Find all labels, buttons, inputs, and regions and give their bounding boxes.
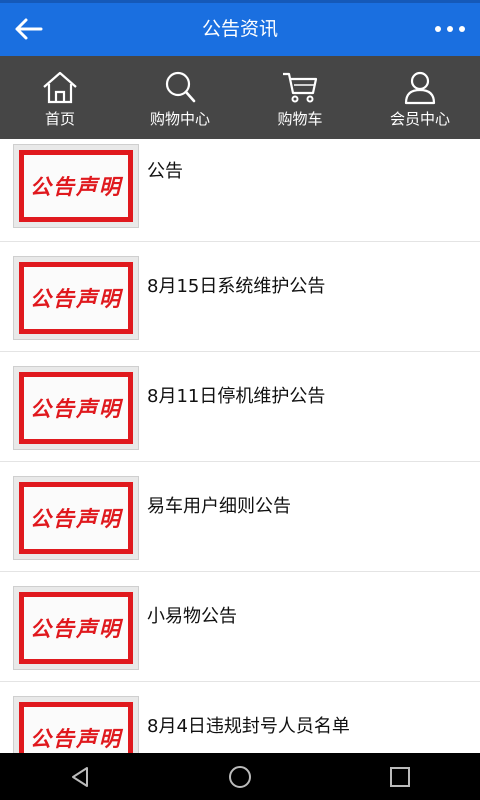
nav-label: 会员中心	[389, 110, 450, 128]
user-icon	[404, 71, 436, 105]
notice-stamp-image: 公告声明	[13, 144, 139, 228]
nav-item-member[interactable]: 会员中心	[360, 56, 480, 139]
list-item-title: 8月15日系统维护公告	[147, 276, 326, 297]
home-icon	[43, 71, 77, 104]
list-item-title: 易车用户细则公告	[147, 496, 291, 517]
notice-stamp-image: 公告声明	[13, 256, 139, 340]
cart-icon	[283, 72, 318, 103]
nav-label: 购物中心	[149, 110, 210, 128]
search-icon	[165, 71, 196, 103]
notice-stamp-image: 公告声明	[13, 476, 139, 560]
back-triangle-icon[interactable]	[50, 757, 110, 797]
list-item[interactable]: 公告声明 易车用户细则公告	[0, 462, 480, 572]
page-title: 公告资讯	[201, 18, 278, 40]
list-item[interactable]: 公告声明 8月15日系统维护公告	[0, 242, 480, 352]
nav-item-home[interactable]: 首页	[0, 56, 120, 139]
list-item[interactable]: 公告声明 公告	[0, 139, 480, 242]
notice-stamp-image: 公告声明	[13, 696, 139, 753]
main-nav: 首页 购物中心 购物车 会员中心	[0, 56, 480, 139]
list-item-title: 小易物公告	[147, 606, 237, 627]
announcement-list: 公告声明 公告 公告声明 8月15日系统维护公告 公告声明 8月11日停机维护公…	[0, 139, 480, 753]
nav-label: 购物车	[277, 110, 323, 128]
nav-label: 首页	[44, 110, 75, 128]
notice-stamp-image: 公告声明	[13, 366, 139, 450]
list-item[interactable]: 公告声明 8月11日停机维护公告	[0, 352, 480, 462]
nav-item-cart[interactable]: 购物车	[240, 56, 360, 139]
app-header: 公告资讯	[0, 0, 480, 56]
nav-item-shopping[interactable]: 购物中心	[120, 56, 240, 139]
list-item[interactable]: 公告声明 小易物公告	[0, 572, 480, 682]
list-item-title: 公告	[147, 161, 183, 182]
more-options-icon[interactable]	[430, 9, 470, 49]
list-item-title: 8月11日停机维护公告	[147, 386, 326, 407]
recent-apps-square-icon[interactable]	[370, 757, 430, 797]
list-item-title: 8月4日违规封号人员名单	[147, 716, 350, 737]
home-circle-icon[interactable]	[210, 757, 270, 797]
list-item[interactable]: 公告声明 8月4日违规封号人员名单	[0, 682, 480, 753]
notice-stamp-image: 公告声明	[13, 586, 139, 670]
system-navigation-bar	[0, 753, 480, 800]
